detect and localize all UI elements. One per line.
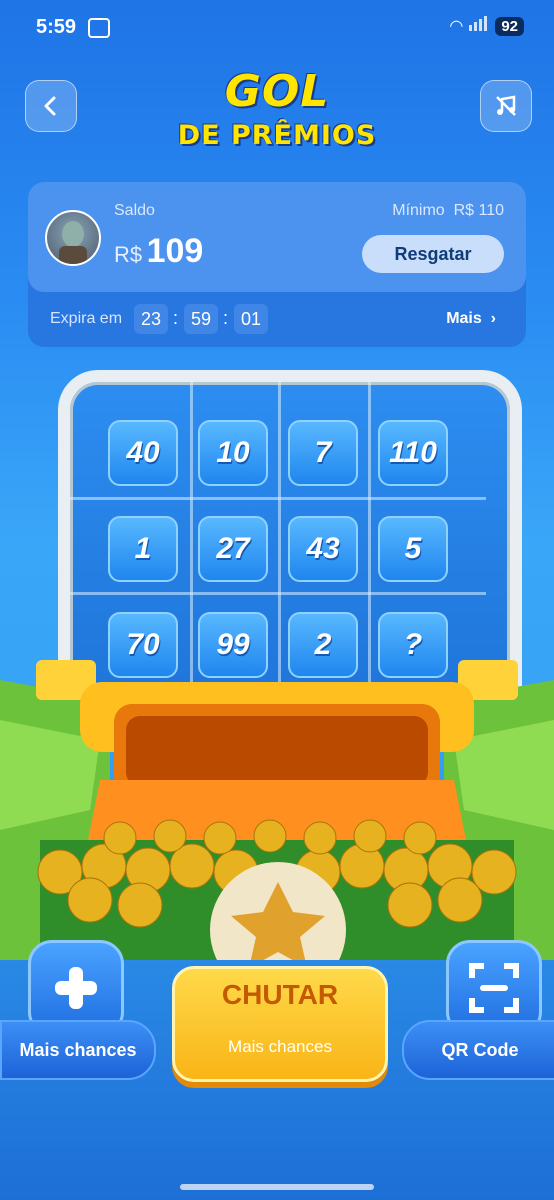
kick-sub-label: Mais chances <box>228 1037 332 1056</box>
net-line <box>278 382 281 682</box>
home-indicator[interactable] <box>180 1184 374 1190</box>
net-line <box>190 382 193 682</box>
timer-hours: 23 <box>134 304 168 334</box>
timer-colon: : <box>223 308 229 328</box>
minimum-label: Mínimo <box>392 202 445 219</box>
kick-button[interactable]: CHUTAR Mais chances <box>172 966 388 1082</box>
status-right: ◠ 92 <box>449 16 524 36</box>
kick-platform <box>0 660 554 960</box>
plus-icon <box>55 967 97 1009</box>
balance-value: 109 <box>146 232 204 270</box>
more-chances-button[interactable]: Mais chances <box>0 1020 156 1080</box>
screenshot-icon <box>88 18 110 38</box>
balance-amount: R$ 109 <box>114 232 203 271</box>
redeem-button[interactable]: Resgatar <box>362 235 504 273</box>
timer-minutes: 59 <box>184 304 218 334</box>
qr-code-button[interactable]: QR Code <box>402 1020 554 1080</box>
net-line <box>70 592 486 595</box>
timer-colon: : <box>173 308 179 328</box>
signal-icon <box>469 16 489 36</box>
more-link[interactable]: Mais › <box>446 310 496 328</box>
kick-label: CHUTAR <box>221 979 339 1010</box>
chevron-right-icon: › <box>486 310 496 327</box>
prize-tile: 27 <box>198 516 268 582</box>
prize-tile: 5 <box>378 516 448 582</box>
net-line <box>368 382 371 682</box>
page-title-line1: GOL <box>224 66 330 117</box>
prize-tile: 7 <box>288 420 358 486</box>
prize-tile: 1 <box>108 516 178 582</box>
prize-tile: 10 <box>198 420 268 486</box>
saldo-label: Saldo <box>114 202 155 219</box>
balance-card: Saldo R$ 109 Mínimo R$ 110 Resgatar Expi… <box>28 182 526 347</box>
minimum-value: R$ 110 <box>453 202 504 219</box>
status-bar: 5:59 ◠ 92 <box>0 0 554 56</box>
status-time: 5:59 <box>36 16 77 38</box>
timer-seconds: 01 <box>234 304 268 334</box>
prize-tile: 43 <box>288 516 358 582</box>
wifi-icon: ◠ <box>449 18 464 35</box>
minimum-info: Mínimo R$ 110 <box>392 202 504 220</box>
balance-currency: R$ <box>114 242 143 267</box>
page-title-line2: DE PRÊMIOS <box>177 120 377 151</box>
net-line <box>70 497 486 500</box>
prize-tile: 110 <box>378 420 448 486</box>
battery-level: 92 <box>495 16 524 36</box>
qr-scan-icon <box>469 963 519 1013</box>
more-label: Mais <box>446 310 482 327</box>
expires-label: Expira em <box>50 310 123 327</box>
avatar <box>45 210 101 266</box>
prize-tile: 40 <box>108 420 178 486</box>
